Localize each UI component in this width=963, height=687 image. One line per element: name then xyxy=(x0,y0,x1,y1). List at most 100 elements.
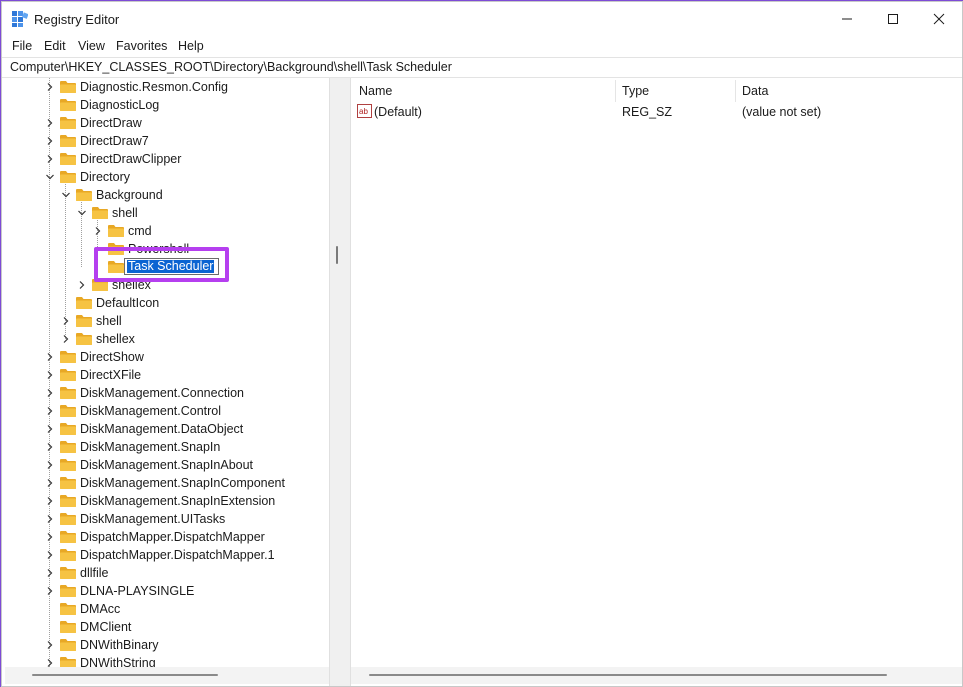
tree-item[interactable]: DirectDraw xyxy=(5,114,329,132)
chevron-right-icon[interactable] xyxy=(45,586,55,596)
values-list-pane[interactable]: Name Type Data ab (Default) REG_SZ (valu… xyxy=(351,78,962,669)
tree-item[interactable]: DiskManagement.SnapIn xyxy=(5,438,329,456)
tree-item-label[interactable]: DiskManagement.SnapIn xyxy=(80,440,220,454)
tree-item[interactable]: DiskManagement.DataObject xyxy=(5,420,329,438)
tree-item-label[interactable]: DirectDraw7 xyxy=(80,134,149,148)
tree-item[interactable]: DirectDrawClipper xyxy=(5,150,329,168)
tree-item-label[interactable]: DiskManagement.SnapInComponent xyxy=(80,476,285,490)
chevron-right-icon[interactable] xyxy=(61,316,71,326)
chevron-down-icon[interactable] xyxy=(77,208,87,218)
chevron-right-icon[interactable] xyxy=(45,352,55,362)
tree-horizontal-scrollbar[interactable] xyxy=(5,667,329,684)
tree-item[interactable]: DispatchMapper.DispatchMapper xyxy=(5,528,329,546)
splitter-grip[interactable] xyxy=(336,246,338,264)
tree-item[interactable]: DiskManagement.SnapInExtension xyxy=(5,492,329,510)
tree-item[interactable]: cmd xyxy=(5,222,329,240)
chevron-right-icon[interactable] xyxy=(45,514,55,524)
tree-item[interactable]: shell xyxy=(5,312,329,330)
tree-item-label[interactable]: DiagnosticLog xyxy=(80,98,159,112)
chevron-right-icon[interactable] xyxy=(45,532,55,542)
tree-item[interactable]: DMClient xyxy=(5,618,329,636)
tree-item-label[interactable]: DLNA-PLAYSINGLE xyxy=(80,584,194,598)
tree-scroll-thumb[interactable] xyxy=(32,674,218,676)
tree-item[interactable]: DirectDraw7 xyxy=(5,132,329,150)
tree-item[interactable]: DirectShow xyxy=(5,348,329,366)
tree-item-label[interactable]: DiskManagement.UITasks xyxy=(80,512,225,526)
chevron-right-icon[interactable] xyxy=(45,640,55,650)
tree-item[interactable]: DMAcc xyxy=(5,600,329,618)
chevron-right-icon[interactable] xyxy=(93,226,103,236)
chevron-down-icon[interactable] xyxy=(61,190,71,200)
chevron-right-icon[interactable] xyxy=(45,118,55,128)
column-header-name[interactable]: Name xyxy=(359,84,392,98)
tree-item[interactable]: DiskManagement.Connection xyxy=(5,384,329,402)
menu-edit[interactable]: Edit xyxy=(44,39,66,53)
tree-item-label[interactable]: cmd xyxy=(128,224,152,238)
address-path[interactable]: Computer\HKEY_CLASSES_ROOT\Directory\Bac… xyxy=(10,60,452,74)
key-tree-pane[interactable]: Diagnostic.Resmon.Config DiagnosticLog Dir… xyxy=(5,78,329,669)
tree-item-label[interactable]: DNWithBinary xyxy=(80,638,159,652)
chevron-right-icon[interactable] xyxy=(77,280,87,290)
tree-item-label[interactable]: DispatchMapper.DispatchMapper.1 xyxy=(80,548,275,562)
column-header-data[interactable]: Data xyxy=(742,84,768,98)
tree-item-label[interactable]: DiskManagement.SnapInExtension xyxy=(80,494,275,508)
tree-item-label[interactable]: shell xyxy=(112,206,138,220)
tree-item-label[interactable]: Diagnostic.Resmon.Config xyxy=(80,80,228,94)
chevron-down-icon[interactable] xyxy=(45,172,55,182)
chevron-right-icon[interactable] xyxy=(45,370,55,380)
chevron-right-icon[interactable] xyxy=(45,496,55,506)
pane-splitter[interactable] xyxy=(329,78,351,686)
chevron-right-icon[interactable] xyxy=(45,568,55,578)
tree-item-label[interactable]: DirectDrawClipper xyxy=(80,152,181,166)
tree-item[interactable]: Directory xyxy=(5,168,329,186)
menu-help[interactable]: Help xyxy=(178,39,204,53)
tree-item-label[interactable]: DispatchMapper.DispatchMapper xyxy=(80,530,265,544)
close-button[interactable] xyxy=(916,2,962,36)
chevron-right-icon[interactable] xyxy=(45,136,55,146)
tree-item-label[interactable]: shell xyxy=(96,314,122,328)
chevron-right-icon[interactable] xyxy=(45,478,55,488)
chevron-right-icon[interactable] xyxy=(61,334,71,344)
tree-item-label[interactable]: Background xyxy=(96,188,163,202)
tree-item-label[interactable]: DMClient xyxy=(80,620,131,634)
column-header-type[interactable]: Type xyxy=(622,84,649,98)
tree-item[interactable]: DispatchMapper.DispatchMapper.1 xyxy=(5,546,329,564)
tree-item[interactable]: shell xyxy=(5,204,329,222)
tree-item[interactable]: DirectXFile xyxy=(5,366,329,384)
chevron-right-icon[interactable] xyxy=(45,442,55,452)
chevron-right-icon[interactable] xyxy=(45,406,55,416)
tree-item[interactable]: Background xyxy=(5,186,329,204)
tree-item[interactable]: DiskManagement.SnapInComponent xyxy=(5,474,329,492)
tree-item[interactable]: DLNA-PLAYSINGLE xyxy=(5,582,329,600)
tree-item[interactable]: DiskManagement.SnapInAbout xyxy=(5,456,329,474)
chevron-right-icon[interactable] xyxy=(45,82,55,92)
tree-item[interactable]: DiskManagement.Control xyxy=(5,402,329,420)
values-horizontal-scrollbar[interactable] xyxy=(351,667,962,684)
tree-item-label[interactable]: shellex xyxy=(96,332,135,346)
tree-item[interactable]: shellex xyxy=(5,330,329,348)
tree-item-label[interactable]: DirectDraw xyxy=(80,116,142,130)
menu-view[interactable]: View xyxy=(78,39,105,53)
tree-item-label[interactable]: DiskManagement.Connection xyxy=(80,386,244,400)
tree-item-label[interactable]: DiskManagement.SnapInAbout xyxy=(80,458,253,472)
minimize-button[interactable] xyxy=(824,2,870,36)
values-scroll-thumb[interactable] xyxy=(369,674,887,676)
tree-item[interactable]: DiagnosticLog xyxy=(5,96,329,114)
chevron-right-icon[interactable] xyxy=(45,424,55,434)
tree-item[interactable]: DiskManagement.UITasks xyxy=(5,510,329,528)
chevron-right-icon[interactable] xyxy=(45,460,55,470)
tree-item-label[interactable]: DefaultIcon xyxy=(96,296,159,310)
tree-item[interactable]: DNWithBinary xyxy=(5,636,329,654)
tree-item-label[interactable]: DirectShow xyxy=(80,350,144,364)
maximize-button[interactable] xyxy=(870,2,916,36)
menu-file[interactable]: File xyxy=(12,39,32,53)
address-bar[interactable]: Computer\HKEY_CLASSES_ROOT\Directory\Bac… xyxy=(2,57,962,78)
tree-item-label[interactable]: Directory xyxy=(80,170,130,184)
tree-item-label[interactable]: DiskManagement.DataObject xyxy=(80,422,243,436)
chevron-right-icon[interactable] xyxy=(45,388,55,398)
tree-item[interactable]: dllfile xyxy=(5,564,329,582)
tree-item[interactable]: DefaultIcon xyxy=(5,294,329,312)
tree-item-label[interactable]: DMAcc xyxy=(80,602,120,616)
tree-item[interactable]: Diagnostic.Resmon.Config xyxy=(5,78,329,96)
chevron-right-icon[interactable] xyxy=(45,154,55,164)
